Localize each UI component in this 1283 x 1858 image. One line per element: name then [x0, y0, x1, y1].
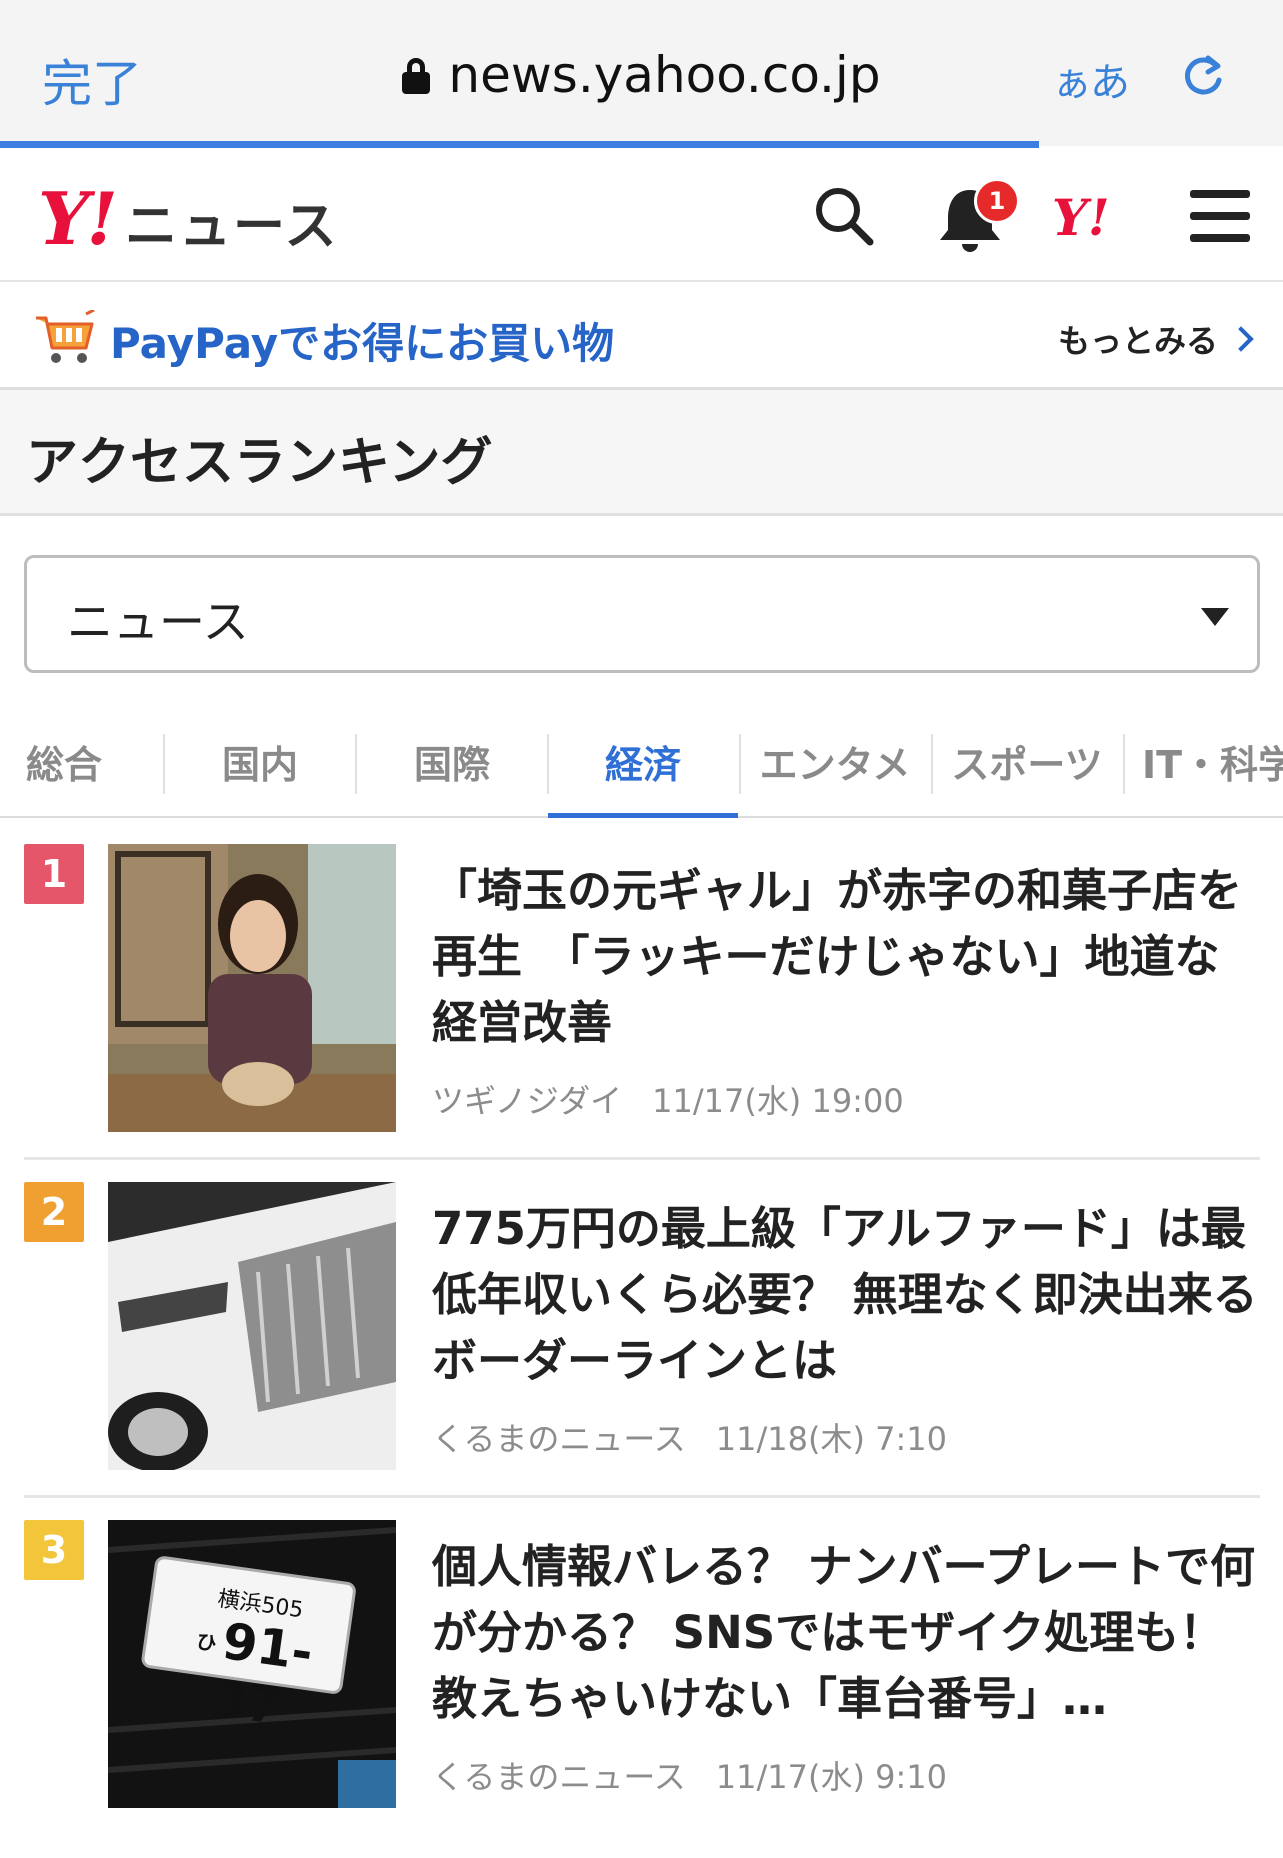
thumbnail-image [108, 844, 396, 1132]
article-meta: くるまのニュース 11/17(水) 9:10 [432, 1752, 947, 1798]
text-size-button[interactable]: ぁあ [1052, 50, 1130, 108]
article-timestamp: 11/17(水) 19:00 [652, 1082, 904, 1120]
category-tabs: 総合 国内 国際 経済 エンタメ スポーツ IT・科学 [0, 726, 1283, 818]
reload-icon[interactable] [1178, 52, 1228, 102]
yahoo-home-link[interactable]: Y! [1052, 188, 1110, 247]
plate-kana: ひ [195, 1628, 219, 1656]
logo-mark: Y! [38, 176, 118, 261]
ranking-item[interactable]: 2 775万円の最上級「アルファード」は最低年収いくら必要？ 無理なく即決出来る… [0, 1182, 1283, 1520]
article-source: ツギノジダイ [432, 1082, 623, 1120]
tab-divider [355, 734, 357, 794]
rank-badge: 1 [24, 844, 84, 904]
browser-toolbar: 完了 news.yahoo.co.jp ぁあ [0, 0, 1283, 148]
tab-2[interactable]: 国内 [164, 726, 356, 818]
ranking-item[interactable]: 3 横浜505 ひ91-37 個人情報バレる？ ナンバープレートで何が分かる？ SN… [0, 1520, 1283, 1858]
logo-text: ニュース [125, 197, 339, 257]
more-link[interactable]: もっとみる [1058, 316, 1254, 362]
article-thumbnail[interactable]: 横浜505 ひ91-37 [108, 1520, 396, 1808]
page-load-progress [0, 141, 1040, 148]
article-headline[interactable]: 775万円の最上級「アルファード」は最低年収いくら必要？ 無理なく即決出来るボー… [432, 1196, 1262, 1394]
more-link-label: もっとみる [1058, 322, 1219, 360]
tab-divider [163, 734, 165, 794]
caret-down-icon [1201, 608, 1229, 626]
section-header: アクセスランキング [0, 390, 1283, 516]
article-headline[interactable]: 個人情報バレる？ ナンバープレートで何が分かる？ SNSではモザイク処理も！ 教… [432, 1534, 1262, 1732]
shopping-cart-icon [36, 310, 95, 363]
tab-divider [547, 734, 549, 794]
chevron-right-icon [1228, 326, 1254, 352]
article-headline[interactable]: 「埼玉の元ギャル」が赤字の和菓子店を再生 「ラッキーだけじゃない」地道な経営改善 [432, 858, 1262, 1056]
category-select-value: ニュース [67, 595, 249, 649]
tab-7[interactable]: IT・科学 [1124, 726, 1283, 818]
license-plate: 横浜505 ひ91-37 [159, 1575, 347, 1741]
notification-button[interactable]: 1 [930, 178, 1020, 258]
article-thumbnail[interactable] [108, 844, 396, 1132]
yahoo-news-logo[interactable]: Y! ニュース [38, 176, 338, 261]
tab-4[interactable]: 経済 [548, 726, 738, 818]
tab-1[interactable]: 総合 [0, 726, 132, 818]
site-header: Y! ニュース 1 Y! [0, 148, 1283, 282]
search-icon[interactable] [812, 184, 876, 248]
article-source: くるまのニュース [432, 1420, 686, 1458]
article-source: くるまのニュース [432, 1758, 686, 1796]
list-divider [24, 1157, 1260, 1160]
tab-divider [739, 734, 741, 794]
ranking-item[interactable]: 1 「埼玉の元ギャル」が赤字の和菓子店を再生 「ラッキーだけじゃない」地道な経営… [0, 844, 1283, 1182]
article-meta: ツギノジダイ 11/17(水) 19:00 [432, 1076, 904, 1122]
banner-text: PayPayでお得にお買い物 [110, 319, 615, 368]
article-meta: くるまのニュース 11/18(木) 7:10 [432, 1414, 947, 1460]
list-divider [24, 1495, 1260, 1498]
tab-3[interactable]: 国際 [356, 726, 548, 818]
thumbnail-image [108, 1182, 396, 1470]
section-title: アクセスランキング [26, 433, 493, 493]
article-timestamp: 11/18(木) 7:10 [715, 1420, 947, 1458]
tab-divider [1123, 734, 1125, 794]
tab-6[interactable]: スポーツ [932, 726, 1122, 818]
url-text: news.yahoo.co.jp [448, 46, 881, 104]
article-thumbnail[interactable] [108, 1182, 396, 1470]
tab-divider [931, 734, 933, 794]
notification-badge: 1 [974, 178, 1020, 224]
rank-badge: 2 [24, 1182, 84, 1242]
paypay-banner[interactable]: PayPayでお得にお買い物 もっとみる [0, 282, 1283, 390]
lock-icon [402, 58, 431, 94]
hamburger-menu-icon[interactable] [1190, 190, 1250, 242]
tab-5[interactable]: エンタメ [740, 726, 930, 818]
category-select[interactable]: ニュース [24, 555, 1260, 673]
rank-badge: 3 [24, 1520, 84, 1580]
article-timestamp: 11/17(水) 9:10 [715, 1758, 947, 1796]
plate-number: 91-37 [208, 1611, 317, 1736]
